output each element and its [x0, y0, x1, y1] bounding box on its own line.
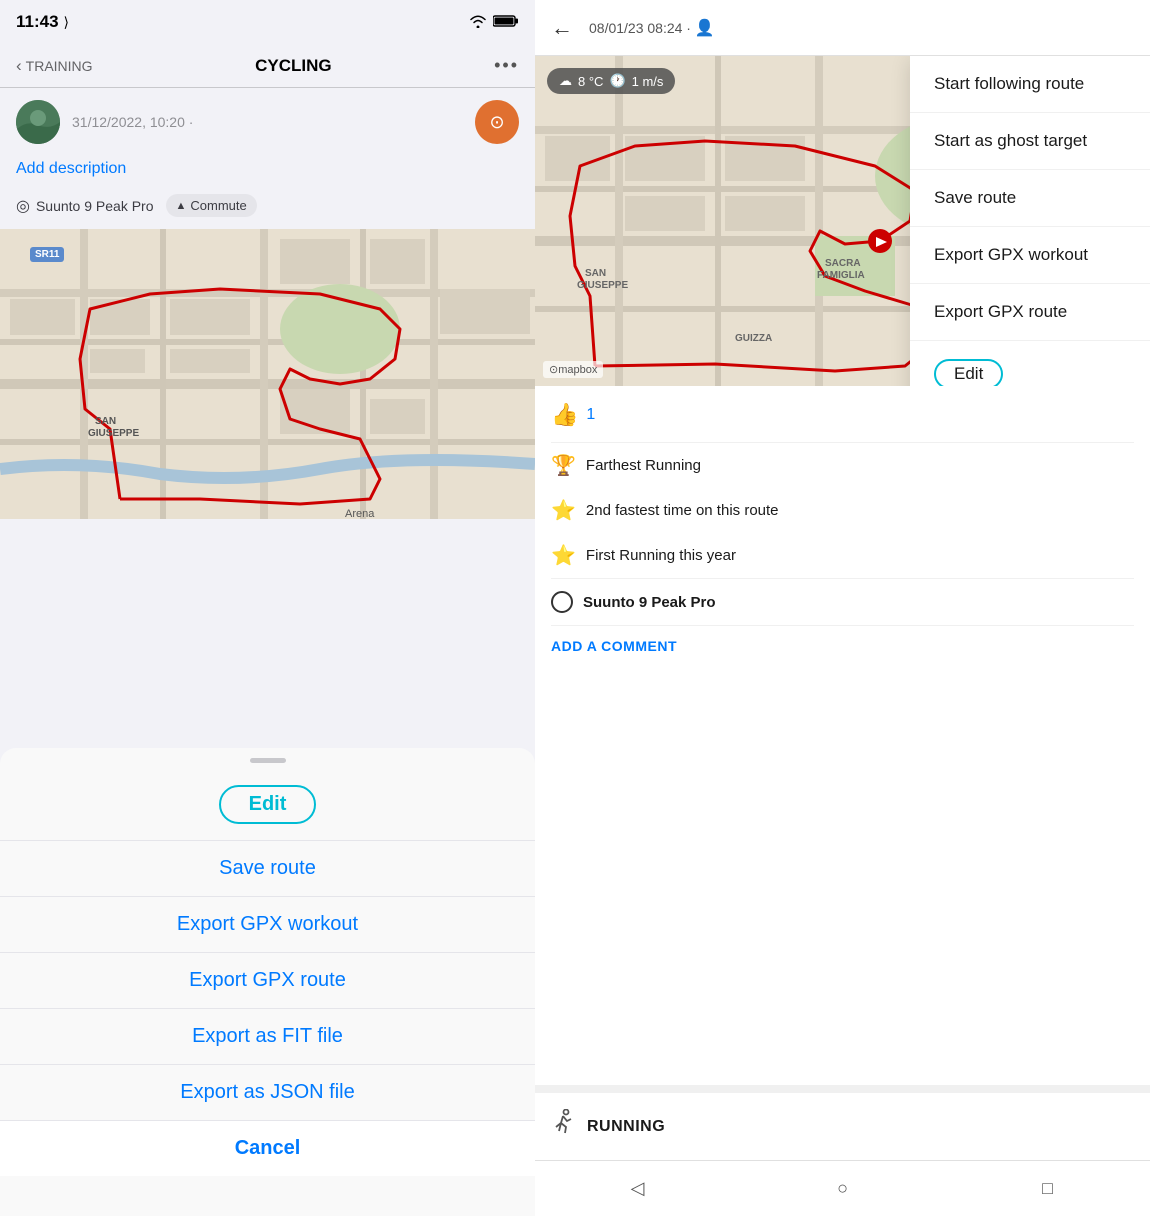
activity-header: 31/12/2022, 10:20 · ⊙ — [0, 88, 535, 156]
commute-tag[interactable]: ▲ Commute — [166, 194, 257, 217]
nav-back-label: TRAINING — [26, 58, 93, 74]
cycling-icon: ⊙ — [489, 112, 504, 133]
sheet-export-json[interactable]: Export as JSON file — [0, 1065, 535, 1121]
save-route[interactable]: Save route — [910, 170, 1150, 227]
avatar — [16, 100, 60, 144]
thumbs-up-icon[interactable]: 👍 — [551, 402, 578, 428]
status-bar: 11:43 ⟩ — [0, 0, 535, 44]
wifi-icon — [469, 14, 487, 31]
sheet-export-fit[interactable]: Export as FIT file — [0, 1009, 535, 1065]
header-date: 08/01/23 08:24 · 👤 — [589, 18, 1134, 38]
device-row: ◎ Suunto 9 Peak Pro ▲ Commute — [0, 190, 535, 229]
map-left: Arena SAN GIUSEPPE Bo Palace SR11 — [0, 229, 535, 519]
sheet-save-route[interactable]: Save route — [0, 841, 535, 897]
like-count: 1 — [586, 406, 595, 424]
svg-text:GUIZZA: GUIZZA — [735, 333, 772, 344]
left-panel: 11:43 ⟩ ‹ TRAINING — [0, 0, 535, 1216]
device-row-right: Suunto 9 Peak Pro — [551, 578, 1134, 625]
android-home-button[interactable]: ○ — [823, 1169, 863, 1209]
star-icon-1: ⭐ — [551, 498, 576, 523]
section-divider — [535, 1085, 1150, 1093]
sheet-cancel[interactable]: Cancel — [0, 1121, 535, 1176]
add-description-button[interactable]: Add description — [0, 156, 535, 190]
sheet-export-gpx-workout[interactable]: Export GPX workout — [0, 897, 535, 953]
running-label: RUNNING — [587, 1118, 665, 1136]
android-back-button[interactable]: ◁ — [618, 1169, 658, 1209]
clock-icon: 🕐 — [609, 73, 625, 89]
running-section: RUNNING — [535, 1093, 1150, 1160]
more-button[interactable]: ••• — [494, 55, 519, 76]
status-icons — [469, 14, 519, 31]
achievement-1: 🏆 Farthest Running — [551, 443, 1134, 488]
wind-speed: 1 m/s — [632, 74, 664, 89]
like-row: 👍 1 — [551, 402, 1134, 443]
svg-text:SACRA: SACRA — [825, 258, 861, 269]
device-name-right: Suunto 9 Peak Pro — [583, 594, 716, 611]
achievement-2-text: 2nd fastest time on this route — [586, 502, 779, 519]
start-as-ghost-target[interactable]: Start as ghost target — [910, 113, 1150, 170]
sheet-export-gpx-route[interactable]: Export GPX route — [0, 953, 535, 1009]
add-comment-button[interactable]: ADD A COMMENT — [551, 625, 1134, 666]
temperature: 8 °C — [578, 74, 603, 89]
trophy-icon: 🏆 — [551, 453, 576, 478]
device-icon: ◎ — [16, 196, 30, 216]
sheet-handle — [250, 758, 286, 763]
device-badge: ◎ Suunto 9 Peak Pro — [16, 196, 154, 216]
edit-label[interactable]: Edit — [219, 785, 317, 824]
nav-bar: ‹ TRAINING CYCLING ••• — [0, 44, 535, 88]
commute-tag-label: Commute — [190, 198, 246, 213]
svg-text:SAN: SAN — [95, 416, 116, 427]
battery-icon — [493, 14, 519, 31]
location-icon: ⟩ — [64, 14, 69, 31]
android-header: ← 08/01/23 08:24 · 👤 — [535, 0, 1150, 56]
star-icon-2: ⭐ — [551, 543, 576, 568]
android-nav: ◁ ○ □ — [535, 1160, 1150, 1216]
mapbox-credit: ⊙mapbox — [543, 361, 603, 378]
right-panel: ← 08/01/23 08:24 · 👤 — [535, 0, 1150, 1216]
start-following-route[interactable]: Start following route — [910, 56, 1150, 113]
svg-text:GIUSEPPE: GIUSEPPE — [88, 428, 139, 439]
achievement-3: ⭐ First Running this year — [551, 533, 1134, 578]
activity-content: 👍 1 🏆 Farthest Running ⭐ 2nd fastest tim… — [535, 386, 1150, 1085]
map-right: SAN GIUSEPPE SACRA FAMIGLIA SANT CROCIFI… — [535, 56, 1150, 386]
header-datetime: 08/01/23 08:24 · — [589, 20, 691, 36]
bottom-sheet: Edit Save route Export GPX workout Expor… — [0, 748, 535, 1216]
achievement-1-text: Farthest Running — [586, 457, 701, 474]
weather-badge: ☁ 8 °C 🕐 1 m/s — [547, 68, 675, 94]
back-chevron-icon: ‹ — [16, 56, 22, 76]
sheet-edit-item[interactable]: Edit — [0, 769, 535, 841]
device-name: Suunto 9 Peak Pro — [36, 198, 154, 214]
nav-title: CYCLING — [255, 56, 332, 76]
svg-text:FAMIGLIA: FAMIGLIA — [817, 270, 865, 281]
running-icon — [551, 1109, 575, 1144]
activity-info: 31/12/2022, 10:20 · — [72, 114, 463, 130]
android-recent-button[interactable]: □ — [1028, 1169, 1068, 1209]
edit-route[interactable]: Edit — [910, 341, 1150, 386]
header-user-icon: 👤 — [695, 20, 715, 37]
back-button[interactable]: ← — [551, 15, 573, 41]
nav-back[interactable]: ‹ TRAINING — [16, 56, 93, 76]
achievement-2: ⭐ 2nd fastest time on this route — [551, 488, 1134, 533]
svg-text:SAN: SAN — [585, 268, 606, 279]
svg-text:GIUSEPPE: GIUSEPPE — [577, 280, 628, 291]
svg-text:Arena: Arena — [345, 508, 375, 519]
status-time: 11:43 — [16, 12, 59, 32]
watch-icon — [551, 591, 573, 613]
commute-tag-icon: ▲ — [176, 200, 187, 212]
dropdown-menu: Start following route Start as ghost tar… — [910, 56, 1150, 386]
cloud-icon: ☁ — [559, 73, 572, 89]
activity-type-badge: ⊙ — [475, 100, 519, 144]
road-badge: SR11 — [30, 247, 64, 262]
activity-date: 31/12/2022, 10:20 · — [72, 114, 463, 130]
achievement-3-text: First Running this year — [586, 547, 736, 564]
export-gpx-workout[interactable]: Export GPX workout — [910, 227, 1150, 284]
export-gpx-route[interactable]: Export GPX route — [910, 284, 1150, 341]
edit-label[interactable]: Edit — [934, 359, 1003, 386]
